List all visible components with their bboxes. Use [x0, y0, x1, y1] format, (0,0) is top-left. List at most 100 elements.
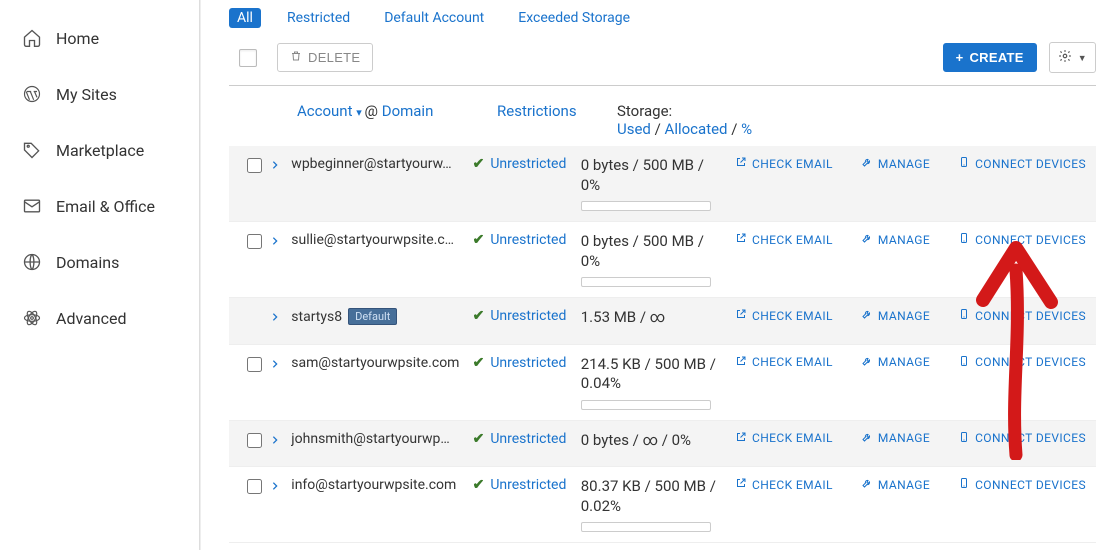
- restriction-link[interactable]: Unrestricted: [490, 477, 566, 493]
- device-icon: [958, 156, 970, 171]
- wrench-icon: [861, 431, 873, 446]
- nav-label: My Sites: [56, 85, 117, 104]
- table-row: startys8Default ✔ Unrestricted 1.53 MB /…: [229, 298, 1096, 345]
- device-icon: [958, 308, 970, 323]
- device-icon: [958, 232, 970, 247]
- header-account[interactable]: Account ▾ @ Domain: [297, 102, 497, 120]
- check-email-action[interactable]: CHECK EMAIL: [735, 232, 833, 247]
- nav-label: Home: [56, 29, 99, 48]
- atom-icon: [22, 308, 42, 328]
- header-restrictions[interactable]: Restrictions: [497, 102, 617, 120]
- table-row: sullie@startyourwpsite.c… ✔ Unrestricted…: [229, 222, 1096, 298]
- filter-row: All Restricted Default Account Exceeded …: [229, 8, 1096, 28]
- restriction-link[interactable]: Unrestricted: [490, 232, 566, 248]
- nav-my-sites[interactable]: My Sites: [0, 66, 199, 122]
- external-link-icon: [735, 431, 747, 446]
- storage-bar: [581, 400, 711, 410]
- manage-action[interactable]: MANAGE: [861, 431, 930, 446]
- expand-toggle[interactable]: [270, 431, 292, 449]
- header-storage: Storage: Used / Allocated / %: [617, 102, 777, 138]
- expand-toggle[interactable]: [270, 308, 292, 326]
- wrench-icon: [861, 156, 873, 171]
- settings-button[interactable]: ▼: [1049, 42, 1096, 73]
- account-cell: sullie@startyourwpsite.c…: [291, 232, 472, 248]
- expand-toggle[interactable]: [270, 232, 292, 250]
- device-icon: [958, 431, 970, 446]
- plus-icon: +: [956, 50, 964, 65]
- restriction-link[interactable]: Unrestricted: [490, 355, 566, 371]
- check-email-action[interactable]: CHECK EMAIL: [735, 477, 833, 492]
- restriction-cell: ✔ Unrestricted: [473, 355, 581, 371]
- wrench-icon: [861, 355, 873, 370]
- check-email-action[interactable]: CHECK EMAIL: [735, 308, 833, 323]
- connect-devices-action[interactable]: CONNECT DEVICES: [958, 232, 1086, 247]
- check-icon: ✔: [473, 355, 485, 371]
- check-email-action[interactable]: CHECK EMAIL: [735, 156, 833, 171]
- restriction-link[interactable]: Unrestricted: [490, 156, 566, 172]
- nav-marketplace[interactable]: Marketplace: [0, 122, 199, 178]
- connect-devices-action[interactable]: CONNECT DEVICES: [958, 308, 1086, 323]
- restriction-cell: ✔ Unrestricted: [473, 431, 581, 447]
- row-checkbox[interactable]: [247, 479, 262, 494]
- row-checkbox[interactable]: [247, 357, 262, 372]
- restriction-cell: ✔ Unrestricted: [473, 477, 581, 493]
- expand-toggle[interactable]: [270, 355, 292, 373]
- filter-restricted[interactable]: Restricted: [279, 8, 358, 28]
- manage-action[interactable]: MANAGE: [861, 308, 930, 323]
- filter-default-account[interactable]: Default Account: [376, 8, 492, 28]
- device-icon: [958, 355, 970, 370]
- check-icon: ✔: [473, 477, 485, 493]
- account-cell: johnsmith@startyourwp…: [291, 431, 472, 447]
- table-row: sam@startyourwpsite.com ✔ Unrestricted 2…: [229, 345, 1096, 421]
- header-allocated[interactable]: Allocated: [665, 120, 728, 138]
- nav-label: Advanced: [56, 309, 127, 328]
- manage-action[interactable]: MANAGE: [861, 355, 930, 370]
- nav-domains[interactable]: Domains: [0, 234, 199, 290]
- gear-icon: [1058, 49, 1072, 66]
- manage-action[interactable]: MANAGE: [861, 477, 930, 492]
- mail-icon: [22, 196, 42, 216]
- storage-cell: 0 bytes / ∞ / 0%: [581, 431, 725, 457]
- row-checkbox[interactable]: [247, 234, 262, 249]
- check-email-action[interactable]: CHECK EMAIL: [735, 355, 833, 370]
- nav-label: Domains: [56, 253, 119, 272]
- expand-toggle[interactable]: [270, 477, 292, 495]
- restriction-link[interactable]: Unrestricted: [490, 308, 566, 324]
- restriction-link[interactable]: Unrestricted: [490, 431, 566, 447]
- manage-action[interactable]: MANAGE: [861, 156, 930, 171]
- wrench-icon: [861, 232, 873, 247]
- restriction-cell: ✔ Unrestricted: [473, 156, 581, 172]
- filter-all[interactable]: All: [229, 8, 261, 28]
- storage-cell: 80.37 KB / 500 MB / 0.02%: [581, 477, 725, 532]
- nav-email-office[interactable]: Email & Office: [0, 178, 199, 234]
- header-used[interactable]: Used: [617, 120, 651, 138]
- nav-home[interactable]: Home: [0, 10, 199, 66]
- restriction-cell: ✔ Unrestricted: [473, 232, 581, 248]
- nav-advanced[interactable]: Advanced: [0, 290, 199, 346]
- storage-cell: 0 bytes / 500 MB / 0%: [581, 232, 725, 287]
- manage-action[interactable]: MANAGE: [861, 232, 930, 247]
- connect-devices-action[interactable]: CONNECT DEVICES: [958, 431, 1086, 446]
- caret-down-icon: ▼: [1078, 53, 1087, 63]
- row-checkbox[interactable]: [247, 433, 262, 448]
- table-row: info@startyourwpsite.com ✔ Unrestricted …: [229, 467, 1096, 543]
- select-all-checkbox[interactable]: [239, 49, 257, 67]
- chevron-down-icon: ▾: [356, 106, 364, 119]
- storage-bar: [581, 522, 711, 532]
- connect-devices-action[interactable]: CONNECT DEVICES: [958, 355, 1086, 370]
- check-icon: ✔: [473, 156, 485, 172]
- connect-devices-action[interactable]: CONNECT DEVICES: [958, 477, 1086, 492]
- storage-cell: 1.53 MB / ∞: [581, 308, 725, 334]
- header-percent[interactable]: %: [741, 120, 752, 138]
- create-button[interactable]: + CREATE: [943, 43, 1037, 72]
- row-checkbox[interactable]: [247, 158, 262, 173]
- delete-button[interactable]: DELETE: [277, 43, 373, 72]
- account-cell: info@startyourwpsite.com: [291, 477, 472, 493]
- connect-devices-action[interactable]: CONNECT DEVICES: [958, 156, 1086, 171]
- storage-bar: [581, 201, 711, 211]
- expand-toggle[interactable]: [270, 156, 292, 174]
- default-badge: Default: [348, 308, 397, 325]
- check-email-action[interactable]: CHECK EMAIL: [735, 431, 833, 446]
- filter-exceeded-storage[interactable]: Exceeded Storage: [510, 8, 638, 28]
- account-cell: wpbeginner@startyourw…: [291, 156, 472, 172]
